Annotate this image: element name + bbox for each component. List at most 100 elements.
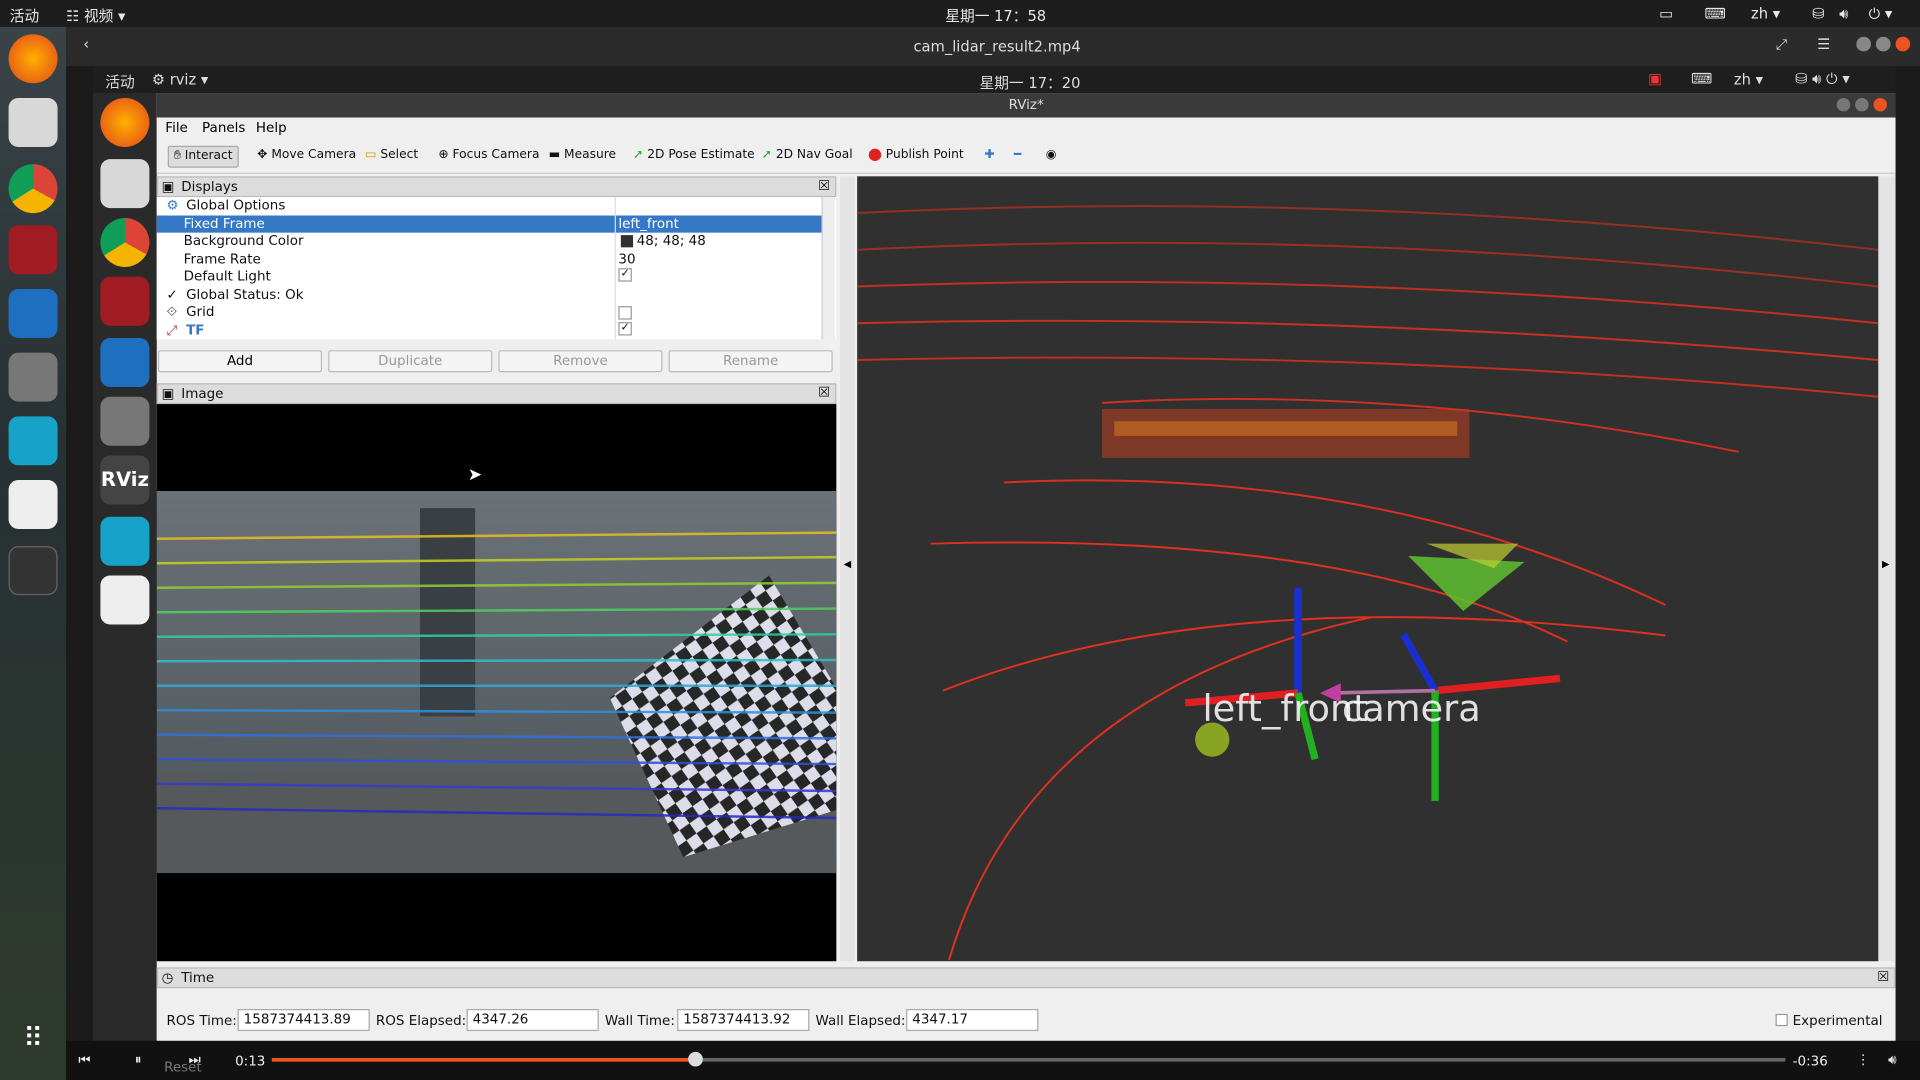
collapse-right-icon[interactable]: ▶: [1882, 558, 1890, 569]
reset-button[interactable]: Reset: [164, 1059, 202, 1075]
system-clock[interactable]: 星期一 17：58: [945, 5, 1046, 26]
collapse-left-icon[interactable]: ◀: [844, 558, 852, 569]
tree-row-global-options[interactable]: ⚙ Global Options: [157, 197, 822, 214]
minimize-icon[interactable]: [1856, 36, 1872, 52]
vscode-icon[interactable]: [8, 288, 58, 338]
inner-language: zh ▾: [1733, 71, 1763, 89]
right-splitter[interactable]: ▶: [1878, 176, 1896, 962]
tree-row-global-status[interactable]: ✓ Global Status: Ok: [157, 287, 822, 304]
ros-time-field[interactable]: 1587374413.89: [237, 1008, 370, 1032]
duplicate-button[interactable]: Duplicate: [328, 350, 493, 373]
clion-icon[interactable]: [8, 416, 58, 466]
progress-knob[interactable]: [688, 1051, 703, 1067]
move-camera-tool[interactable]: ✥ Move Camera: [252, 146, 361, 168]
progress-track[interactable]: [271, 1051, 1786, 1067]
experimental-checkbox[interactable]: [1775, 1013, 1788, 1027]
progress-fill: [271, 1057, 696, 1062]
wall-time-field[interactable]: 1587374413.92: [677, 1008, 810, 1032]
column-divider: [614, 197, 616, 340]
interact-label: Interact: [184, 149, 233, 163]
add-tool-icon[interactable]: ✚: [980, 146, 1000, 168]
camera-image-view[interactable]: ➤: [156, 404, 837, 962]
inner-files-icon: [100, 159, 150, 209]
tree-row-tf[interactable]: ⤢ TF ✓: [157, 322, 822, 339]
menu-icon[interactable]: ☰: [1817, 36, 1830, 53]
select-tool[interactable]: ▭ Select: [360, 146, 423, 168]
player-controls: ⏮ ⏸ ⏭ Reset 0:13 -0:36 ⋮ 🔊︎: [66, 1040, 1920, 1080]
terminal-icon[interactable]: [8, 225, 58, 275]
inner-remote-icon: [100, 575, 150, 625]
tree-row-frame-rate[interactable]: Frame Rate 30: [157, 251, 822, 268]
inner-rviz-icon: RViz: [100, 455, 150, 505]
tree-row-grid[interactable]: ⟐ Grid: [157, 304, 822, 321]
frame-rate-value[interactable]: 30: [618, 251, 635, 267]
tools-icon[interactable]: [8, 352, 58, 402]
pin-icon: ⬤: [868, 148, 882, 162]
activities-button[interactable]: 活动: [10, 5, 39, 26]
volume-icon[interactable]: 🔊︎: [1839, 5, 1848, 23]
pose-estimate-tool[interactable]: ➚ 2D Pose Estimate: [628, 146, 759, 168]
3d-render-view[interactable]: left_front camera: [857, 176, 1879, 962]
firefox-icon[interactable]: [8, 34, 58, 84]
time-close-icon[interactable]: ☒: [1877, 969, 1889, 985]
tree-row-background-color[interactable]: Background Color 48; 48; 48: [157, 233, 822, 250]
add-button[interactable]: Add: [157, 350, 323, 373]
tree-scrollbar[interactable]: [821, 197, 836, 340]
app-grid-icon[interactable]: ⠿: [9, 1024, 58, 1073]
files-icon[interactable]: [8, 97, 58, 147]
background-color-value[interactable]: 48; 48; 48: [637, 233, 706, 249]
record-icon: ▣: [1648, 69, 1663, 87]
nav-goal-label: 2D Nav Goal: [775, 148, 853, 162]
network-icon[interactable]: ⛁: [1812, 5, 1824, 22]
pointcloud-visualization: [857, 205, 1879, 961]
image-close-icon[interactable]: ☒: [818, 384, 830, 400]
nav-goal-tool[interactable]: ➚ 2D Nav Goal: [757, 146, 858, 168]
more-options-icon[interactable]: ⋮: [1856, 1052, 1869, 1068]
app-menu[interactable]: ☷ 视频 ▾: [66, 5, 125, 26]
maximize-icon[interactable]: [1875, 36, 1891, 52]
default-light-checkbox[interactable]: ✓: [618, 268, 632, 282]
language-indicator[interactable]: zh ▾: [1751, 5, 1780, 22]
chrome-icon[interactable]: [8, 164, 58, 214]
rviz-title: RViz*: [1008, 96, 1044, 113]
inner-status-icons: ⛁ 🔊︎ ⏻ ▾: [1795, 69, 1850, 87]
power-icon[interactable]: ⏻ ▾: [1869, 5, 1893, 23]
fixed-frame-value[interactable]: left_front: [618, 216, 679, 232]
menu-file[interactable]: File: [165, 120, 188, 136]
displays-close-icon[interactable]: ☒: [818, 178, 830, 194]
tool-properties-icon[interactable]: ◉: [1041, 146, 1061, 168]
tf-checkbox[interactable]: ✓: [618, 322, 632, 336]
player-volume-icon[interactable]: 🔊︎: [1888, 1052, 1896, 1069]
grid-checkbox[interactable]: [618, 306, 632, 320]
menu-help[interactable]: Help: [256, 120, 287, 136]
skip-back-icon[interactable]: ⏮: [78, 1052, 90, 1069]
inner-top-bar: 活动 ⚙ rviz ▾ 星期一 17：20 ▣ ⌨ zh ▾ ⛁ 🔊︎ ⏻ ▾: [93, 66, 1896, 94]
measure-tool[interactable]: ▬ Measure: [544, 146, 621, 168]
publish-point-tool[interactable]: ⬤ Publish Point: [863, 146, 968, 168]
remove-tool-icon[interactable]: ━: [1009, 146, 1026, 168]
keyboard-icon[interactable]: ⌨: [1705, 5, 1726, 22]
remove-button[interactable]: Remove: [498, 350, 663, 373]
panel-splitter[interactable]: ◀: [840, 176, 855, 962]
tree-row-default-light[interactable]: Default Light ✓: [157, 268, 822, 285]
tree-row-fixed-frame[interactable]: Fixed Frame left_front: [156, 215, 822, 233]
publish-point-label: Publish Point: [885, 148, 964, 162]
focus-icon: ⊕: [438, 148, 449, 162]
mouse-cursor-icon: ➤: [467, 465, 483, 485]
focus-camera-tool[interactable]: ⊕ Focus Camera: [433, 146, 544, 168]
interact-tool[interactable]: ✋︎ Interact: [167, 145, 239, 168]
measure-label: Measure: [564, 148, 617, 162]
inner-vscode-icon: [100, 337, 150, 387]
menu-panels[interactable]: Panels: [202, 120, 245, 136]
tree-label: Global Options: [186, 197, 286, 214]
ros-elapsed-label: ROS Elapsed:: [375, 1012, 467, 1029]
fullscreen-icon[interactable]: ⤢: [1776, 36, 1788, 54]
rename-button[interactable]: Rename: [668, 350, 833, 373]
video-icon[interactable]: [8, 546, 58, 596]
wall-elapsed-field[interactable]: 4347.17: [906, 1008, 1039, 1032]
close-icon[interactable]: [1895, 36, 1911, 52]
ros-elapsed-field[interactable]: 4347.26: [466, 1008, 599, 1032]
pause-icon[interactable]: ⏸: [135, 1052, 142, 1069]
remote-icon[interactable]: [8, 480, 58, 529]
back-icon[interactable]: ‹: [83, 36, 89, 53]
